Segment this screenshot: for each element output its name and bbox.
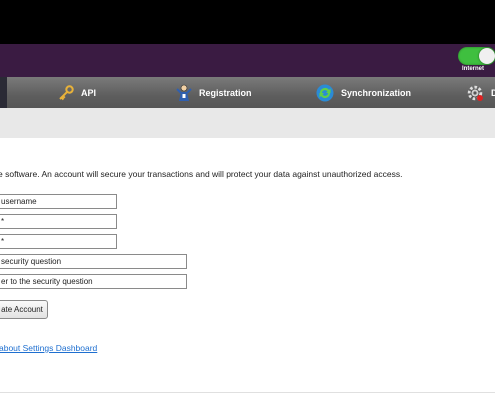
field-placeholder: er to the security question [1, 277, 93, 286]
nav-item-label: API [81, 87, 97, 98]
nav-item-label: Registration [199, 87, 252, 98]
divider [0, 392, 495, 393]
nav-item-label: D [491, 87, 495, 98]
security-question-field[interactable]: security question [0, 254, 187, 269]
gear-icon [467, 85, 483, 101]
internet-toggle[interactable] [458, 47, 495, 65]
security-answer-field[interactable]: er to the security question [0, 274, 187, 289]
nav-item-registration[interactable]: Registration [176, 77, 252, 108]
nav-item-synchronization[interactable]: Synchronization [316, 77, 411, 108]
internet-toggle-label: Internet [462, 66, 485, 72]
nav-item-api[interactable]: API [58, 77, 96, 108]
nav-item-dashboard[interactable]: D [466, 77, 495, 108]
username-field[interactable]: username [0, 194, 117, 209]
header-bar [0, 44, 495, 77]
settings-dashboard-link[interactable]: about Settings Dashboard [0, 343, 97, 353]
sync-icon [316, 84, 334, 101]
page-title-strip [0, 108, 495, 138]
nav-active-indicator [0, 77, 7, 108]
key-icon [59, 84, 74, 100]
password-field[interactable]: * [0, 214, 117, 229]
field-placeholder: * [1, 217, 5, 226]
field-placeholder: * [1, 237, 5, 246]
top-black-bar [0, 0, 495, 44]
nav-item-label: Synchronization [341, 87, 412, 98]
create-account-button[interactable]: ate Account [0, 300, 48, 319]
intro-text: e software. An account will secure your … [0, 169, 403, 179]
registration-icon [176, 84, 192, 101]
confirm-password-field[interactable]: * [0, 234, 117, 249]
toggle-knob [479, 48, 495, 64]
field-placeholder: security question [1, 257, 62, 266]
field-placeholder: username [1, 197, 37, 206]
